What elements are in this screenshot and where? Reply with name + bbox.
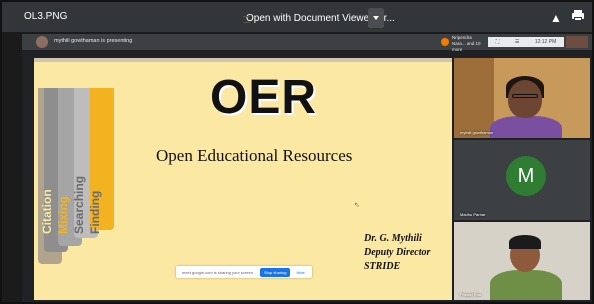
tab-label-searching: Searching bbox=[72, 175, 86, 234]
viewer-toolbar: OL3.PNG Open with Document Viewer for...… bbox=[2, 2, 592, 32]
people-avatar bbox=[441, 38, 449, 46]
fullscreen-icon[interactable]: ⛶ bbox=[496, 39, 500, 45]
participant-name: Madhu Parhar bbox=[460, 212, 486, 217]
signature-name: Dr. G. Mythili bbox=[364, 233, 422, 244]
avatar: M bbox=[506, 156, 546, 196]
participant-name: Prasad Rao bbox=[460, 292, 482, 297]
hide-button[interactable]: Hide bbox=[296, 270, 304, 275]
avatar bbox=[36, 36, 48, 48]
slide-subtitle: Open Educational Resources bbox=[156, 146, 353, 165]
signature-role: Deputy Director bbox=[364, 247, 431, 258]
participant-name: mythili gowthaman bbox=[460, 130, 494, 135]
participant-tile[interactable]: M Madhu Parhar bbox=[454, 140, 590, 220]
drive-add-icon[interactable]: ▲ bbox=[550, 11, 562, 25]
chevron-down-icon[interactable] bbox=[368, 8, 384, 28]
meet-window: mythili gowthaman is presenting Nripendr… bbox=[22, 34, 592, 302]
share-text: meet.google.com is sharing your screen. bbox=[182, 269, 255, 275]
stop-sharing-button[interactable]: Stop sharing bbox=[260, 267, 291, 277]
signature-block: Dr. G. Mythili Deputy Director STRIDE bbox=[364, 232, 430, 274]
slide-band bbox=[34, 58, 452, 62]
participant-video bbox=[508, 80, 542, 118]
presentation-slide: Citation Mixing Searching Finding OER Op… bbox=[34, 58, 452, 300]
open-with-button[interactable]: Open with Document Viewer for... bbox=[240, 8, 395, 28]
participant-tile[interactable]: mythili gowthaman bbox=[454, 58, 590, 138]
mouse-cursor-icon: ⇖ bbox=[354, 202, 360, 209]
self-view-thumbnail[interactable] bbox=[566, 36, 588, 48]
tab-label-mixing: Mixing bbox=[56, 196, 70, 234]
meeting-controls: ⛶ ☰ 12:12 PM bbox=[488, 37, 564, 47]
slide-title: OER bbox=[210, 71, 318, 124]
print-icon[interactable] bbox=[572, 10, 584, 21]
screen-share-bar: meet.google.com is sharing your screen. … bbox=[176, 266, 312, 278]
presenting-text: mythili gowthaman is presenting bbox=[54, 38, 133, 44]
participant-tile[interactable]: Prasad Rao bbox=[454, 222, 590, 300]
file-name: OL3.PNG bbox=[24, 11, 68, 22]
tab-label-citation: Citation bbox=[40, 189, 54, 234]
presenting-bar: mythili gowthaman is presenting Nripendr… bbox=[22, 34, 592, 52]
signature-org: STRIDE bbox=[364, 261, 401, 272]
meeting-time: 12:12 PM bbox=[534, 39, 557, 45]
tab-label-finding: Finding bbox=[88, 190, 102, 234]
people-text: Nripendra Nara... and 10 more bbox=[452, 35, 481, 52]
layout-icon[interactable]: ☰ bbox=[515, 39, 519, 45]
